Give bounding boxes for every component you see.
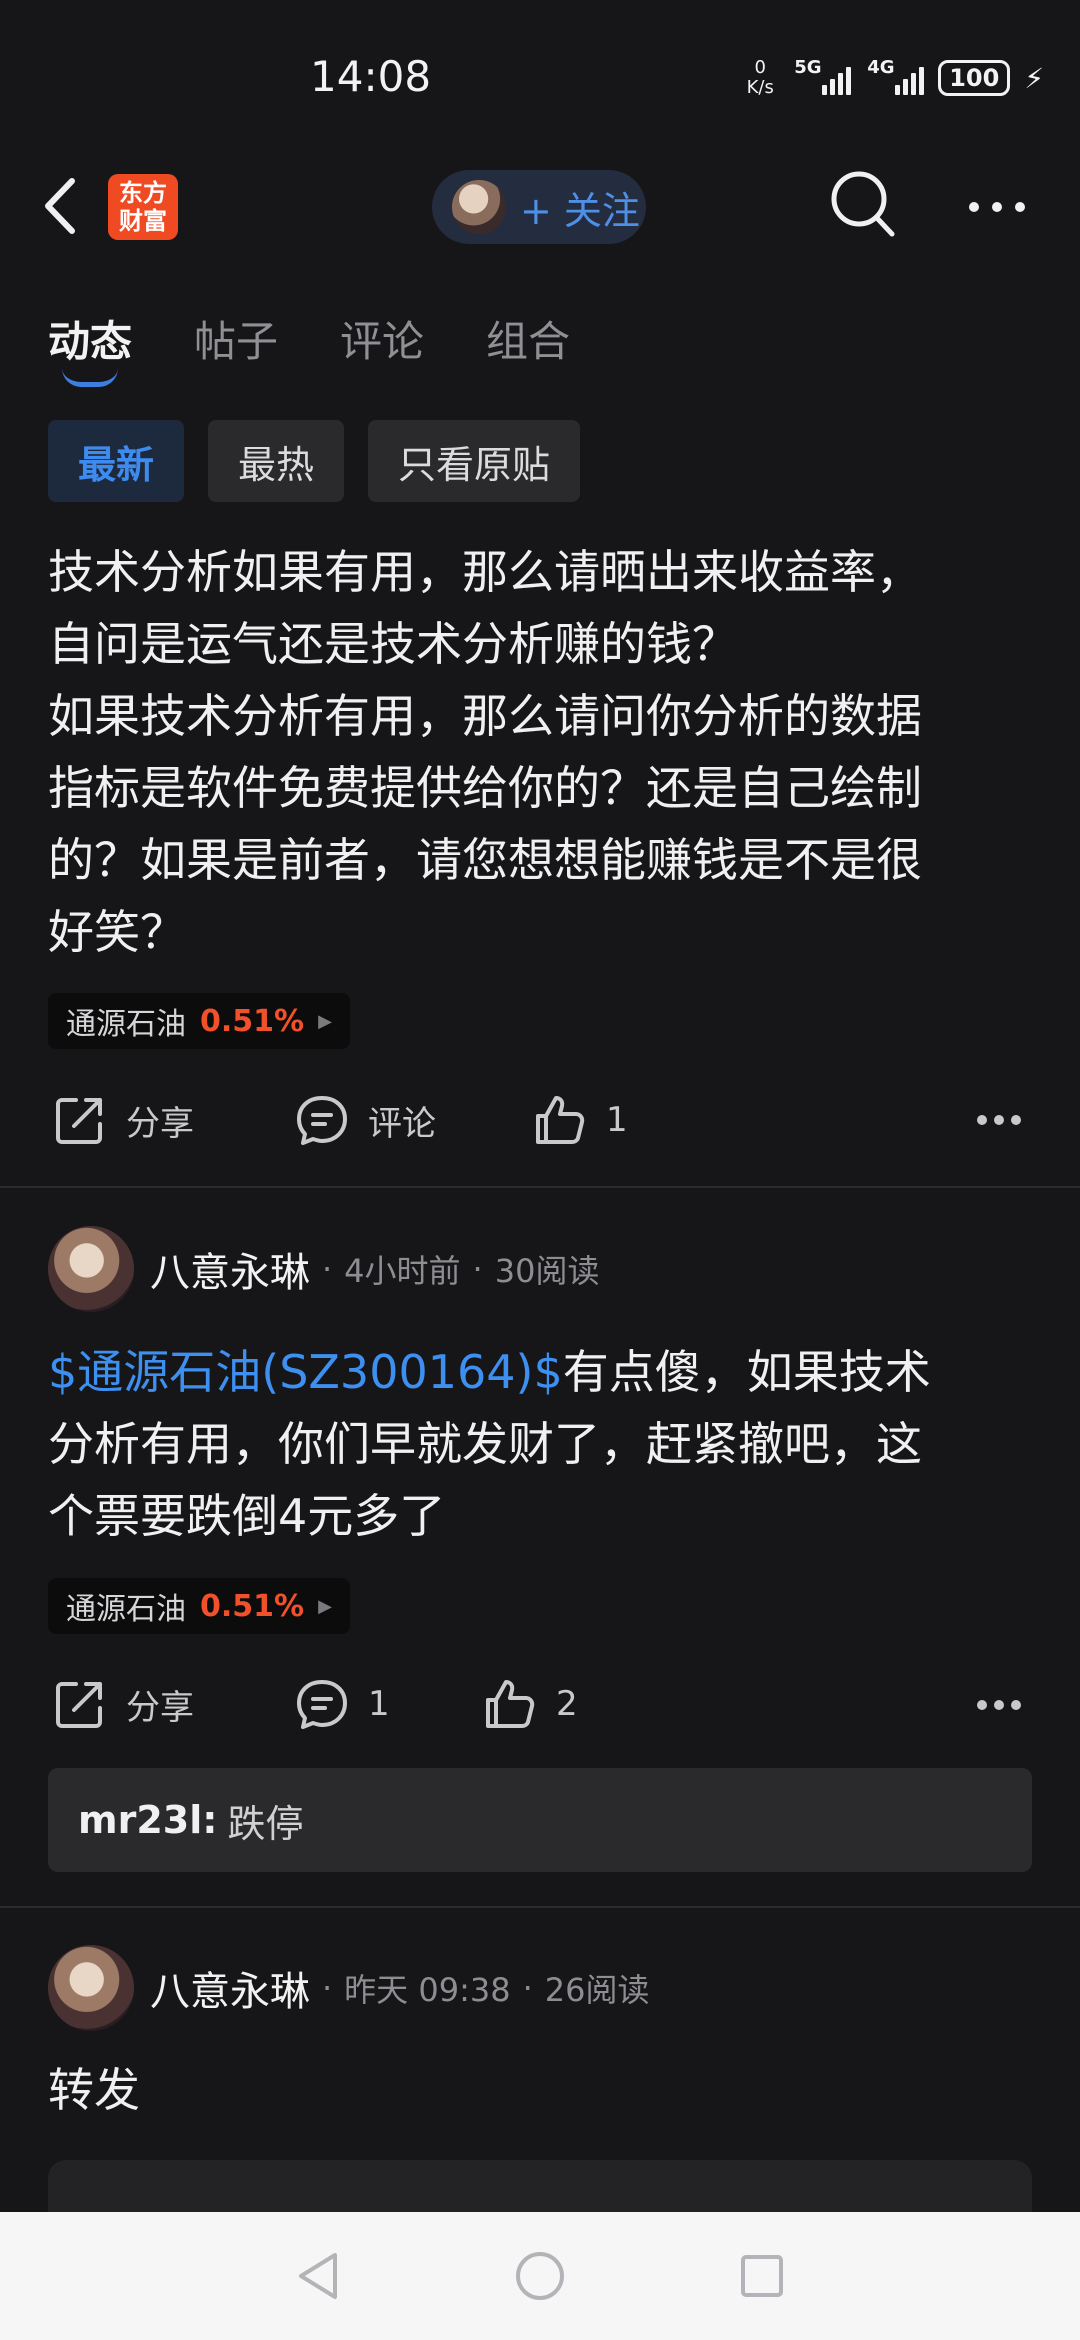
thumbs-up-icon bbox=[486, 1680, 535, 1728]
read-count: 30阅读 bbox=[494, 1252, 600, 1290]
filter-latest[interactable]: 最新 bbox=[48, 420, 185, 502]
more-options-button[interactable] bbox=[966, 192, 1028, 222]
divider bbox=[0, 1186, 1080, 1188]
meta-separator: · bbox=[472, 1250, 483, 1288]
post-body[interactable]: $通源石油(SZ300164)$有点傻，如果技术 分析有用，你们早就发财了，赶紧… bbox=[48, 1336, 1032, 1552]
stock-change: 0.51% bbox=[200, 1003, 305, 1039]
search-icon bbox=[831, 171, 895, 237]
post-more-button[interactable] bbox=[976, 1112, 1022, 1131]
reply-text: 跌停 bbox=[227, 1801, 304, 1846]
logo-text-line1: 东方 bbox=[119, 179, 167, 207]
divider bbox=[0, 1906, 1080, 1908]
signal-4g-icon: 4G bbox=[867, 57, 925, 95]
post-more-button[interactable] bbox=[976, 1697, 1022, 1716]
stock-reference-link[interactable]: $通源石油(SZ300164)$ bbox=[48, 1345, 563, 1399]
profile-tabs: 动态 帖子 评论 组合 bbox=[48, 308, 570, 369]
comment-button[interactable]: 评论 bbox=[294, 1092, 436, 1148]
share-label: 分享 bbox=[126, 1687, 194, 1728]
share-button[interactable]: 分享 bbox=[52, 1092, 194, 1148]
read-count: 26阅读 bbox=[544, 1971, 650, 2009]
back-button[interactable] bbox=[40, 175, 86, 237]
network-speed: 0 K/s bbox=[742, 58, 778, 98]
thumbs-up-icon bbox=[536, 1096, 585, 1144]
stock-change: 0.51% bbox=[200, 1588, 305, 1624]
stock-tag[interactable]: 通源石油 0.51% ▶ bbox=[48, 993, 350, 1049]
comment-icon bbox=[297, 1680, 347, 1729]
signal-5g-icon: 5G bbox=[794, 57, 852, 95]
author-name[interactable]: 八意永琳 bbox=[150, 1240, 310, 1298]
follow-button[interactable]: + 关注 bbox=[432, 170, 646, 244]
signal-5g-label: 5G bbox=[794, 57, 822, 78]
stock-name: 通源石油 bbox=[66, 1007, 186, 1042]
status-time: 14:08 bbox=[310, 52, 432, 101]
meta-separator: · bbox=[322, 1250, 333, 1288]
tab-portfolio[interactable]: 组合 bbox=[486, 308, 570, 369]
post-author-row: 八意永琳 · 昨天 09:38 · 26阅读 bbox=[48, 1945, 649, 2031]
logo-text-line2: 财富 bbox=[119, 207, 167, 235]
profile-avatar bbox=[452, 180, 506, 234]
share-label: 分享 bbox=[126, 1103, 194, 1144]
reply-preview[interactable]: mr23l: 跌停 bbox=[48, 1768, 1032, 1872]
author-name[interactable]: 八意永琳 bbox=[150, 1959, 310, 2017]
status-icons: 0 K/s 5G 4G 100 ⚡ bbox=[742, 57, 1044, 98]
play-arrow-icon: ▶ bbox=[318, 1595, 332, 1617]
post-time: 4小时前 bbox=[344, 1252, 461, 1290]
reply-username[interactable]: mr23l: bbox=[78, 1798, 217, 1842]
share-button[interactable]: 分享 bbox=[52, 1676, 194, 1732]
comment-icon bbox=[297, 1096, 347, 1145]
battery-icon: 100 bbox=[938, 60, 1011, 96]
system-navigation-bar bbox=[0, 2212, 1080, 2340]
signal-4g-label: 4G bbox=[867, 57, 895, 78]
play-arrow-icon: ▶ bbox=[318, 1010, 332, 1032]
filter-hottest[interactable]: 最热 bbox=[208, 420, 345, 502]
charging-icon: ⚡ bbox=[1024, 61, 1044, 95]
search-button[interactable] bbox=[828, 168, 898, 240]
chevron-left-icon bbox=[45, 178, 75, 234]
app-logo[interactable]: 东方 财富 bbox=[108, 174, 178, 240]
tab-posts[interactable]: 帖子 bbox=[194, 308, 278, 369]
more-horizontal-icon bbox=[977, 1700, 1021, 1710]
meta-separator: · bbox=[522, 1969, 533, 2007]
network-speed-value: 0 bbox=[754, 57, 766, 78]
like-count: 1 bbox=[606, 1100, 628, 1140]
tab-dynamics[interactable]: 动态 bbox=[48, 308, 132, 369]
comment-count: 1 bbox=[368, 1684, 390, 1724]
avatar[interactable] bbox=[48, 1226, 134, 1312]
network-speed-unit: K/s bbox=[746, 77, 774, 98]
post-body[interactable]: 技术分析如果有用，那么请晒出来收益率， 自问是运气还是技术分析赚的钱？ 如果技术… bbox=[48, 536, 1032, 968]
active-tab-indicator bbox=[62, 368, 118, 387]
nav-home-icon[interactable] bbox=[513, 2249, 567, 2303]
stock-name: 通源石油 bbox=[66, 1592, 186, 1627]
more-horizontal-icon bbox=[977, 1115, 1021, 1125]
nav-recents-icon[interactable] bbox=[737, 2251, 787, 2301]
like-button[interactable]: 1 bbox=[532, 1092, 628, 1148]
tab-comments[interactable]: 评论 bbox=[340, 308, 424, 369]
like-count: 2 bbox=[556, 1684, 578, 1724]
comment-label: 评论 bbox=[368, 1103, 436, 1144]
more-horizontal-icon bbox=[969, 202, 1025, 212]
post-time: 昨天 09:38 bbox=[344, 1971, 511, 2009]
avatar[interactable] bbox=[48, 1945, 134, 2031]
like-button[interactable]: 2 bbox=[482, 1676, 578, 1732]
follow-label: + 关注 bbox=[520, 188, 640, 233]
share-icon bbox=[56, 1098, 102, 1144]
post-author-row: 八意永琳 · 4小时前 · 30阅读 bbox=[48, 1226, 599, 1312]
filter-chips: 最新 最热 只看原贴 bbox=[48, 420, 581, 502]
post-body[interactable]: 转发 bbox=[48, 2054, 1032, 2126]
meta-separator: · bbox=[322, 1969, 333, 2007]
stock-tag[interactable]: 通源石油 0.51% ▶ bbox=[48, 1578, 350, 1634]
comment-button[interactable]: 1 bbox=[294, 1676, 390, 1732]
nav-back-icon[interactable] bbox=[293, 2249, 343, 2303]
filter-original-only[interactable]: 只看原贴 bbox=[368, 420, 581, 502]
share-icon bbox=[56, 1682, 102, 1728]
